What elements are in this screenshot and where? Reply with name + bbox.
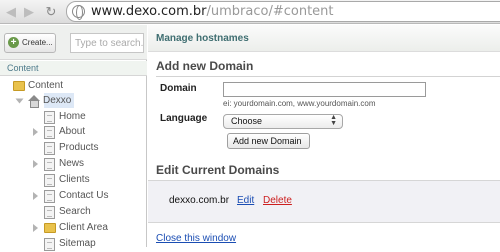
document-icon bbox=[44, 190, 55, 203]
edit-domain-link[interactable]: Edit bbox=[237, 195, 254, 206]
tree-node-label: Search bbox=[59, 206, 91, 217]
domain-label: Domain bbox=[160, 83, 197, 94]
tree-node-label: News bbox=[59, 158, 85, 169]
select-arrows-icon: ▲ ▼ bbox=[330, 114, 337, 127]
tree-node-home[interactable]: Home bbox=[0, 110, 147, 125]
home-icon bbox=[27, 95, 40, 108]
dialog-title: Manage hostnames bbox=[156, 33, 249, 44]
document-icon bbox=[44, 206, 55, 219]
create-button[interactable]: + Create... bbox=[4, 33, 56, 53]
reload-icon[interactable]: ↻ bbox=[44, 4, 58, 20]
forward-arrow-icon[interactable]: ▶ bbox=[22, 4, 36, 20]
content-tree-panel: + Create... Content Content Dexxo Home A… bbox=[0, 25, 147, 251]
url-path: /umbraco/#content bbox=[206, 4, 334, 19]
document-icon bbox=[44, 111, 55, 124]
section-label: Content bbox=[7, 63, 39, 73]
domain-input[interactable] bbox=[223, 82, 426, 97]
folder-icon bbox=[13, 81, 25, 91]
tree-node-label: About bbox=[59, 126, 86, 137]
section-divider bbox=[156, 76, 500, 77]
domain-hint: ei: yourdomain.com, www.yourdomain.com bbox=[223, 99, 376, 108]
globe-icon bbox=[72, 5, 85, 20]
document-icon bbox=[44, 142, 55, 155]
current-domains-list: dexxo.com.br Edit Delete bbox=[148, 180, 500, 223]
search-input[interactable] bbox=[70, 33, 144, 53]
dialog-header: Manage hostnames bbox=[148, 25, 500, 52]
domain-entry-name: dexxo.com.br bbox=[169, 195, 230, 206]
add-domain-button[interactable]: Add new Domain bbox=[227, 133, 310, 149]
tree-node-about[interactable]: About bbox=[0, 125, 147, 140]
tree-node-label: Content bbox=[28, 80, 64, 91]
section-header: Content bbox=[0, 61, 147, 76]
tree-node-contact-us[interactable]: Contact Us bbox=[0, 189, 147, 204]
url-domain: www.dexo.com.br bbox=[91, 4, 207, 19]
tree-node-label: Clients bbox=[59, 174, 90, 185]
back-arrow-icon[interactable]: ◀ bbox=[4, 4, 18, 20]
tree-node-dexxo[interactable]: Dexxo bbox=[0, 93, 147, 109]
document-icon bbox=[44, 126, 55, 139]
tree-node-label: Sitemap bbox=[59, 238, 96, 249]
tree-node-client-area[interactable]: Client Area bbox=[0, 221, 147, 236]
close-window-link[interactable]: Close this window bbox=[156, 233, 236, 244]
tree-node-label: Contact Us bbox=[59, 190, 109, 201]
expand-arrow-icon[interactable] bbox=[33, 128, 38, 136]
document-icon bbox=[44, 174, 55, 187]
delete-domain-link[interactable]: Delete bbox=[263, 195, 292, 206]
tree-node-label: Home bbox=[59, 111, 86, 122]
tree-node-label: Client Area bbox=[59, 222, 108, 233]
add-domain-button-label: Add new Domain bbox=[233, 136, 302, 146]
expand-arrow-icon[interactable] bbox=[33, 160, 38, 168]
tree-node-products[interactable]: Products bbox=[0, 141, 147, 156]
url-text[interactable]: www.dexo.com.br/umbraco/#content bbox=[91, 4, 334, 19]
manage-hostnames-dialog: Manage hostnames Add new Domain Domain e… bbox=[148, 25, 500, 247]
language-label: Language bbox=[160, 113, 208, 124]
tree-node-news[interactable]: News bbox=[0, 157, 147, 172]
tree-node-content[interactable]: Content bbox=[0, 79, 147, 94]
plus-icon: + bbox=[8, 37, 19, 48]
tree-toolbar: + Create... bbox=[0, 25, 147, 60]
document-icon bbox=[44, 238, 55, 251]
browser-toolbar: ◀ ▶ ↻ www.dexo.com.br/umbraco/#content bbox=[0, 0, 500, 24]
language-select[interactable]: Choose ▲ ▼ bbox=[223, 114, 343, 129]
tree-node-search[interactable]: Search bbox=[0, 205, 147, 220]
tree-node-label: Dexxo bbox=[43, 95, 72, 106]
language-selected-value: Choose bbox=[231, 116, 263, 126]
add-domain-heading: Add new Domain bbox=[156, 59, 254, 73]
address-bar[interactable]: www.dexo.com.br/umbraco/#content bbox=[66, 1, 500, 22]
tree-node-label: Products bbox=[59, 142, 99, 153]
folder-icon bbox=[44, 223, 56, 233]
expand-arrow-icon[interactable] bbox=[33, 192, 38, 200]
edit-domains-heading: Edit Current Domains bbox=[156, 163, 280, 177]
create-label: Create... bbox=[22, 38, 53, 47]
tree-node-clients[interactable]: Clients bbox=[0, 173, 147, 188]
expand-arrow-icon[interactable] bbox=[15, 98, 24, 104]
tree-node-sitemap[interactable]: Sitemap bbox=[0, 237, 147, 252]
document-icon bbox=[44, 158, 55, 171]
expand-arrow-icon[interactable] bbox=[33, 224, 38, 232]
